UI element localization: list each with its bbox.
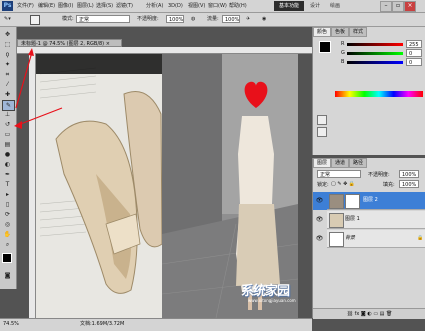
channel-g-label: G xyxy=(341,50,345,56)
blue-value[interactable]: 0 xyxy=(406,58,422,66)
document-size: 文档:1.69M/3.72M xyxy=(80,321,125,327)
blend-mode-select[interactable]: 正常 xyxy=(317,170,361,178)
layer-2-visibility-icon[interactable]: 👁 xyxy=(313,192,326,209)
layer-row[interactable]: 图层 1 xyxy=(327,211,425,229)
lock-icon: 🔒 xyxy=(417,235,424,241)
layer-row[interactable]: 图层 2 xyxy=(327,192,425,210)
layer-opacity-input[interactable]: 100% xyxy=(399,170,419,178)
red-value[interactable]: 255 xyxy=(406,40,422,48)
lock-icons[interactable]: ▢ ✎ ✥ 🔒 xyxy=(331,181,355,187)
fill-label: 填充: xyxy=(383,182,395,188)
red-slider[interactable] xyxy=(347,43,403,46)
layer-thumbnail xyxy=(329,232,344,247)
blue-slider[interactable] xyxy=(347,61,403,64)
layer-opacity-label: 不透明度: xyxy=(368,172,390,178)
layer-name: 图层 1 xyxy=(345,216,360,222)
layer-mask-thumbnail[interactable] xyxy=(345,194,360,209)
channel-b-label: B xyxy=(341,59,345,65)
spectrum-bar[interactable] xyxy=(335,91,423,97)
status-bar: 74.5% 文档:1.69M/3.72M xyxy=(0,318,312,331)
layer-row[interactable]: 背景 🔒 xyxy=(327,230,425,248)
green-slider[interactable] xyxy=(347,52,403,55)
tab-styles[interactable]: 样式 xyxy=(349,27,368,37)
red-arrow-up xyxy=(15,51,33,109)
red-arrow-right xyxy=(17,107,63,126)
layer-name: 图层 2 xyxy=(363,197,378,203)
green-value[interactable]: 0 xyxy=(406,49,422,57)
tab-swatches[interactable]: 色板 xyxy=(331,27,350,37)
color-panel: 颜色 色板 样式 R G B 255 0 0 xyxy=(312,27,425,155)
layers-panel: 图层 通道 路径 正常 不透明度: 100% 锁定: ▢ ✎ ✥ 🔒 填充: 1… xyxy=(312,158,425,319)
layer-thumbnail xyxy=(329,213,344,228)
tab-color[interactable]: 颜色 xyxy=(313,27,332,37)
fill-input[interactable]: 100% xyxy=(399,180,419,188)
lock-label: 锁定: xyxy=(317,182,329,188)
layers-footer-icons[interactable]: ⛓ fx ◙ ◐ ▭ ▤ 🗑 xyxy=(313,308,425,319)
background-visibility-icon[interactable]: 👁 xyxy=(313,230,326,247)
tab-channels[interactable]: 通道 xyxy=(331,158,350,168)
layer-name: 背景 xyxy=(345,235,356,241)
zoom-readout[interactable]: 74.5% xyxy=(3,319,19,330)
layer-thumbnail xyxy=(329,194,344,209)
tab-paths[interactable]: 路径 xyxy=(349,158,368,168)
adjustments-icon[interactable] xyxy=(317,115,327,125)
foreground-swatch[interactable] xyxy=(319,41,331,53)
layer-1-visibility-icon[interactable]: 👁 xyxy=(313,211,326,228)
masks-icon[interactable] xyxy=(317,127,327,137)
tab-layers[interactable]: 图层 xyxy=(313,158,332,168)
channel-r-label: R xyxy=(341,41,345,47)
